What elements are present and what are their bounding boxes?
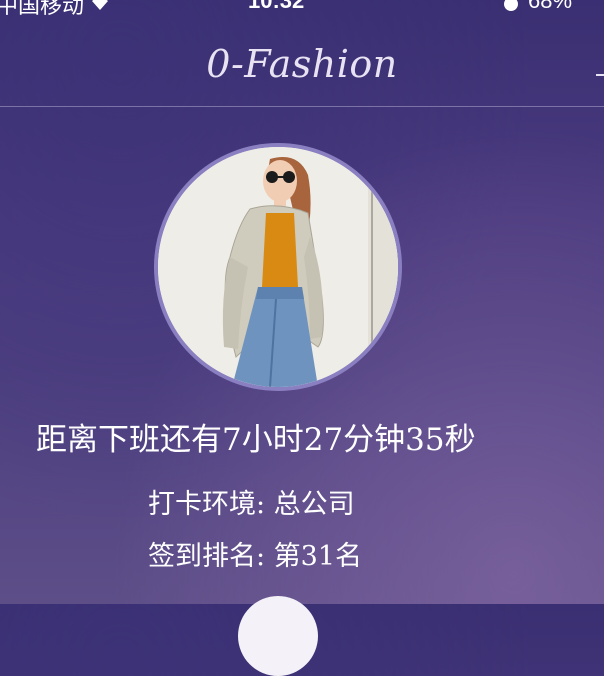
menu-icon[interactable] (596, 74, 604, 76)
lock-icon (504, 0, 518, 11)
status-carrier-group: 中国移动 (0, 0, 110, 16)
avatar[interactable] (154, 143, 402, 391)
checkin-environment: 打卡环境: 总公司 (148, 489, 355, 520)
battery-percent: 68% (528, 0, 573, 13)
avatar-photo (158, 147, 398, 387)
status-bar: 中国移动 10:32 68% (0, 0, 604, 16)
status-time: 10:32 (248, 0, 305, 13)
status-right-group: 68% (504, 0, 572, 14)
countdown-text: 距离下班还有7小时27分钟35秒 (36, 422, 476, 458)
checkin-button[interactable] (238, 596, 318, 676)
wifi-icon (90, 0, 110, 12)
nav-divider (0, 106, 604, 107)
checkin-rank: 签到排名: 第31名 (148, 541, 363, 572)
nav-bar: 0-Fashion (0, 16, 604, 106)
carrier-name: 中国移动 (0, 0, 85, 16)
page-title: 0-Fashion (206, 42, 398, 86)
